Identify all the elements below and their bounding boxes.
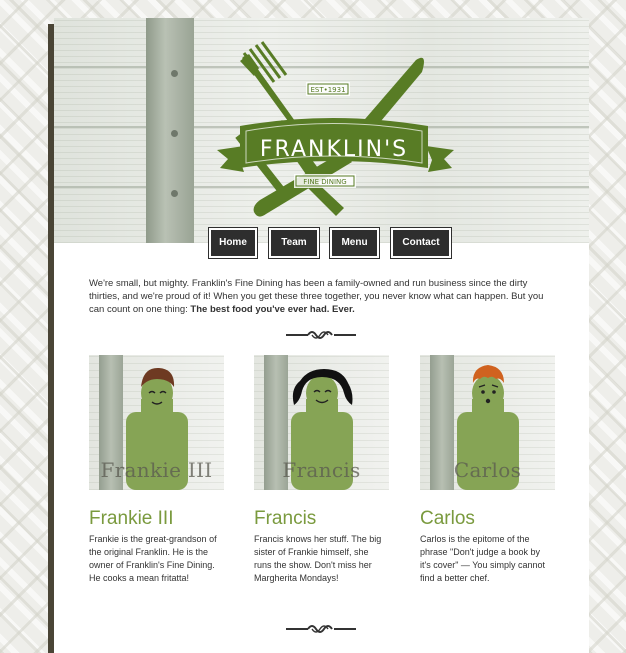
logo-subtitle-badge: FINE DINING <box>294 174 356 188</box>
team-member-name: Frankie III <box>89 508 174 529</box>
team-member-bio: Francis knows her stuff. The big sister … <box>254 534 382 583</box>
nav-contact-button[interactable]: Contact <box>390 227 452 259</box>
nav-team-button[interactable]: Team <box>268 227 320 259</box>
photo-name-overlay: Frankie III <box>100 458 213 482</box>
page-container: FRANKLIN'S EST•1931 FINE DINING Home Tea… <box>54 18 589 653</box>
hero-banner: FRANKLIN'S EST•1931 FINE DINING <box>54 18 589 243</box>
divider-ornament-icon <box>286 331 356 339</box>
photo-name-overlay: Carlos <box>453 458 522 482</box>
main-nav: Home Team Menu Contact <box>54 227 589 259</box>
logo-title: FRANKLIN'S <box>260 137 408 162</box>
divider-ornament-icon <box>286 625 356 633</box>
team-member-name: Francis <box>254 508 317 529</box>
team-member-bio: Carlos is the epitome of the phrase "Don… <box>420 534 545 583</box>
nav-menu-button[interactable]: Menu <box>329 227 380 259</box>
intro-paragraph: We're small, but mighty. Franklin's Fine… <box>89 277 554 316</box>
logo-subtitle: FINE DINING <box>303 178 346 186</box>
team-member-bio: Frankie is the great-grandson of the ori… <box>89 534 217 583</box>
franklins-logo: FRANKLIN'S EST•1931 FINE DINING <box>217 41 454 217</box>
team-photo-frankie: Frankie III <box>89 355 224 490</box>
team-photo-francis: Francis <box>254 355 389 490</box>
nav-home-button[interactable]: Home <box>208 227 258 259</box>
intro-emphasis: The best food you've ever had. Ever. <box>190 304 355 315</box>
team-member-name: Carlos <box>420 508 475 529</box>
photo-name-overlay: Francis <box>282 458 361 482</box>
team-photo-carlos: Carlos <box>420 355 555 490</box>
logo-est-badge: EST•1931 <box>306 82 350 96</box>
logo-est: EST•1931 <box>310 86 345 94</box>
